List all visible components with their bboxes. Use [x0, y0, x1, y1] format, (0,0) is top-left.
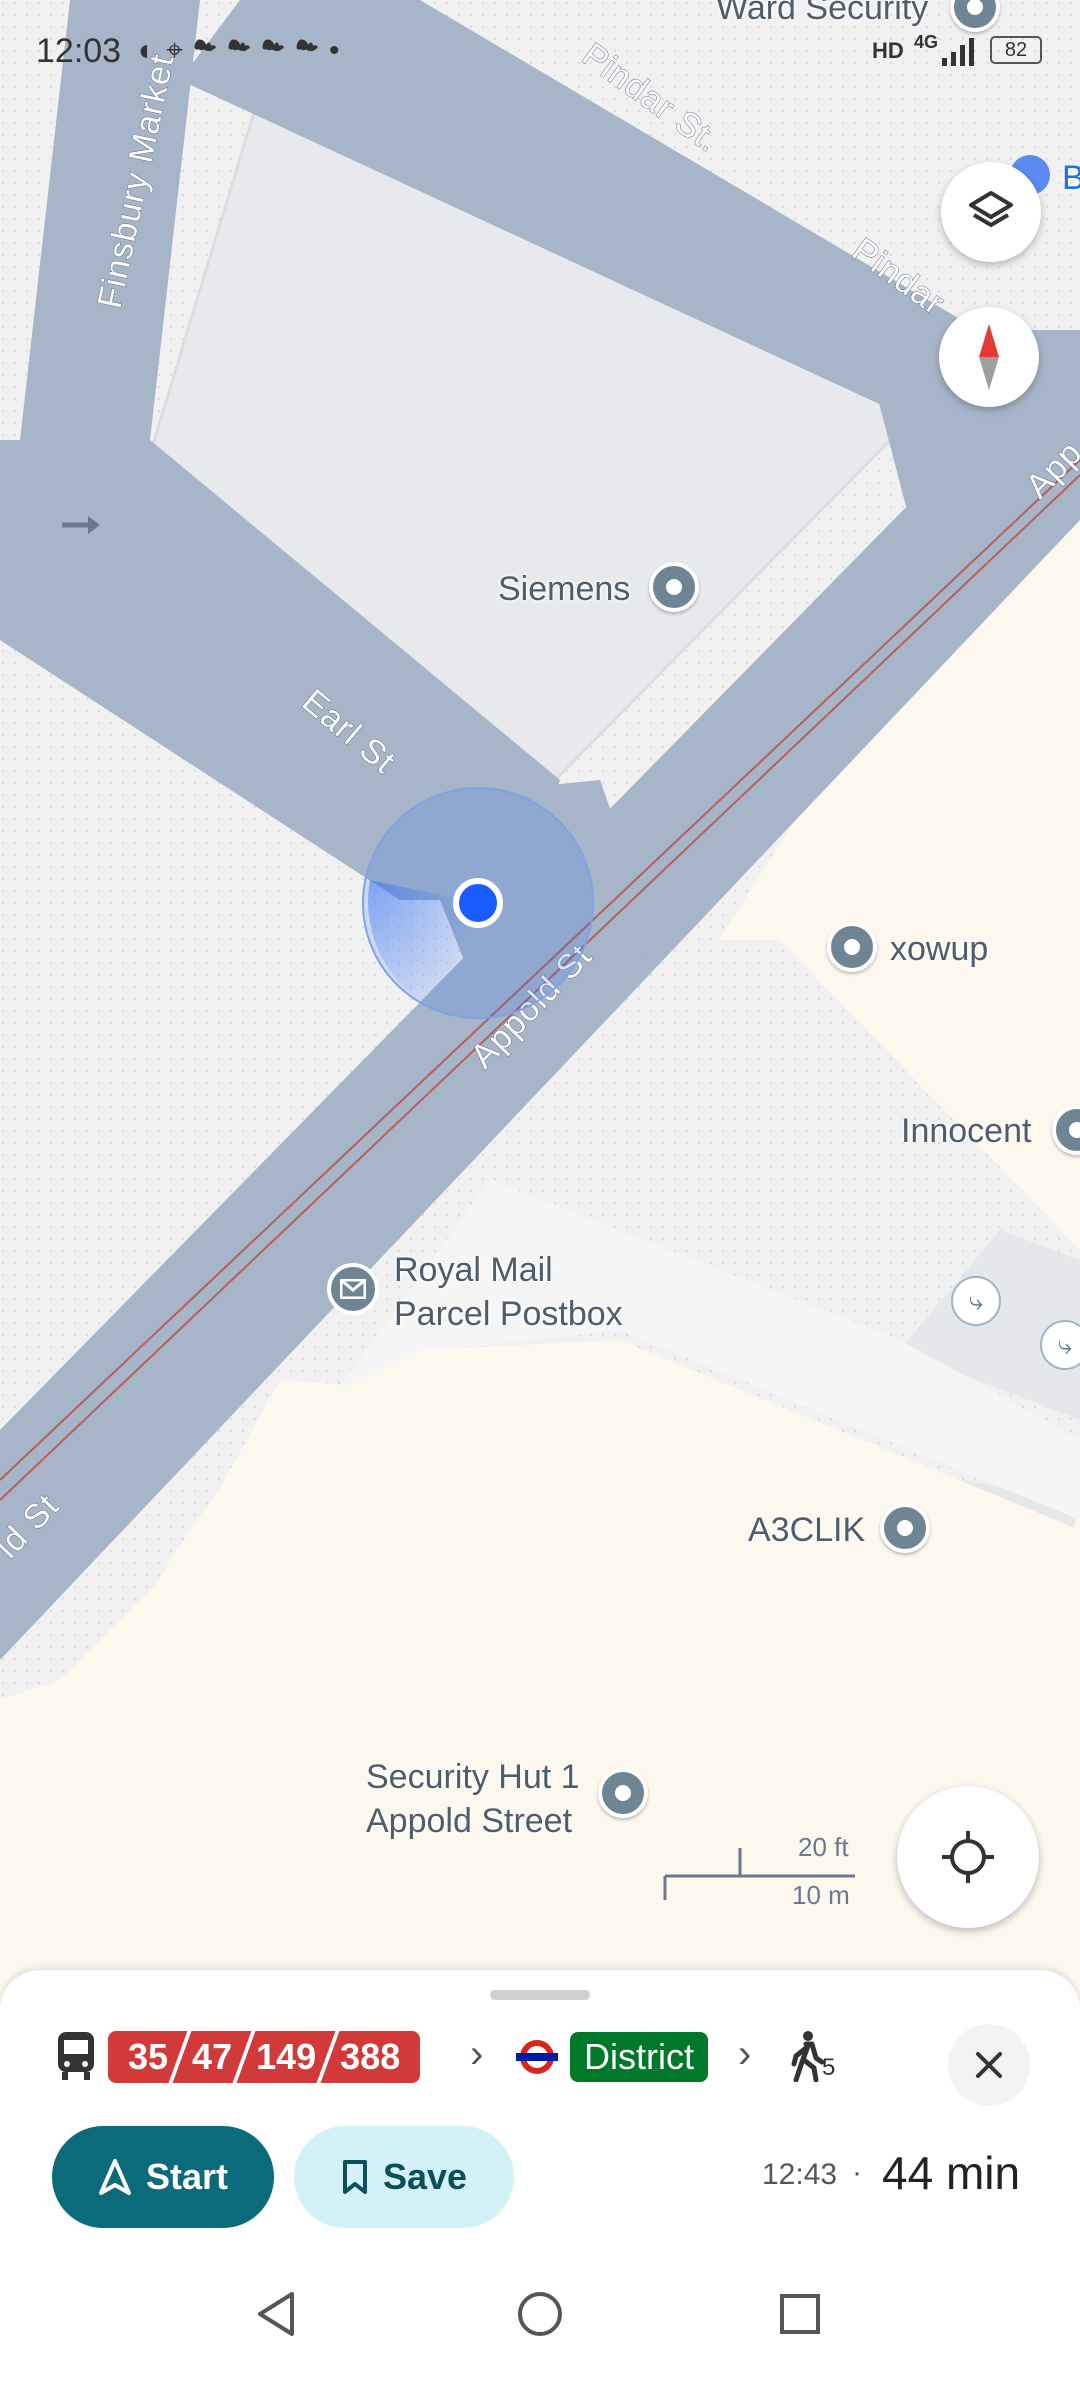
save-button-label: Save [382, 2156, 468, 2197]
poi-pin-security-hut[interactable] [598, 1768, 648, 1818]
scale-feet-label: 20 ft [798, 1832, 849, 1862]
status-net-type: 4G [914, 32, 939, 52]
status-notification-icons: ◐⌖☁☁☁☁• [138, 34, 350, 67]
compass-icon [979, 324, 999, 390]
poi-label-royal-mail-line2: Parcel Postbox [394, 1295, 623, 1333]
poi-label-siemens[interactable]: Siemens [498, 567, 630, 611]
navigation-arrow-icon [98, 2159, 131, 2195]
start-button-label: Start [145, 2156, 229, 2197]
bus-number-2: 47 [192, 2036, 233, 2077]
system-nav-bar [0, 2250, 1080, 2388]
poi-label-edge-b[interactable]: B [1062, 156, 1080, 200]
bus-number-3: 149 [256, 2036, 317, 2077]
chevron-right-icon-2: › [738, 2032, 752, 2076]
chevron-right-icon: › [470, 2032, 484, 2076]
poi-label-security-hut-line2: Appold Street [366, 1802, 573, 1840]
start-button[interactable]: Start [52, 2126, 274, 2228]
poi-label-xowup[interactable]: xowup [890, 927, 988, 971]
home-circle-icon [518, 2292, 562, 2336]
separator-dot: · [852, 2156, 862, 2189]
status-bar: 12:03 ◐⌖☁☁☁☁• HD 4G 82 [0, 0, 1080, 100]
poi-label-royal-mail-line1: Royal Mail [394, 1251, 553, 1289]
home-button[interactable] [516, 2290, 564, 2343]
mail-icon[interactable] [327, 1263, 379, 1315]
tube-line-chip[interactable]: District [570, 2032, 708, 2082]
bus-icon [56, 2030, 96, 2087]
close-button[interactable] [948, 2024, 1030, 2106]
close-icon [976, 2052, 1002, 2078]
status-time: 12:03 [36, 32, 122, 70]
trip-duration: 44 min [882, 2147, 1021, 2199]
compass-button[interactable] [939, 307, 1039, 407]
poi-label-security-hut[interactable]: Security Hut 1 Appold Street [366, 1755, 580, 1843]
battery-icon: 82 [990, 36, 1042, 64]
walking-person-icon [790, 2030, 825, 2087]
underground-roundel-icon [514, 2038, 560, 2081]
recents-square-icon [780, 2294, 820, 2334]
poi-pin-a3clik[interactable] [880, 1503, 930, 1553]
recents-button[interactable] [778, 2292, 822, 2341]
save-button[interactable]: Save [294, 2126, 514, 2228]
layers-button[interactable] [941, 162, 1041, 262]
bus-number-1: 35 [128, 2036, 169, 2077]
poi-label-security-hut-line1: Security Hut 1 [366, 1758, 580, 1796]
poi-pin-siemens[interactable] [649, 562, 699, 612]
my-location-icon [942, 1831, 994, 1883]
back-button[interactable] [254, 2290, 298, 2343]
arrival-time: 12:43 [762, 2158, 838, 2191]
scale-meters-label: 10 m [792, 1880, 850, 1910]
my-location-button[interactable] [897, 1786, 1039, 1928]
back-triangle-icon [258, 2292, 294, 2336]
status-network: HD [872, 38, 904, 63]
poi-pin-xowup[interactable] [827, 922, 877, 972]
tube-line-label: District [584, 2036, 694, 2077]
signal-icon [940, 36, 976, 66]
bookmark-icon [342, 2160, 367, 2194]
stairs-icon: ⤷ [951, 1276, 1001, 1326]
battery-level: 82 [1004, 39, 1028, 61]
bus-number-4: 388 [340, 2036, 401, 2077]
bus-routes-chip[interactable]: 35 47 149 388 [108, 2031, 421, 2083]
current-location-dot[interactable] [453, 878, 503, 928]
poi-label-royal-mail[interactable]: Royal Mail Parcel Postbox [394, 1248, 623, 1336]
poi-label-a3clik[interactable]: A3CLIK [748, 1508, 865, 1552]
sheet-drag-handle[interactable] [490, 1990, 590, 2000]
poi-label-innocent[interactable]: Innocent [901, 1109, 1031, 1153]
layers-icon [969, 191, 1013, 227]
walk-minutes: 5 [822, 2054, 836, 2081]
